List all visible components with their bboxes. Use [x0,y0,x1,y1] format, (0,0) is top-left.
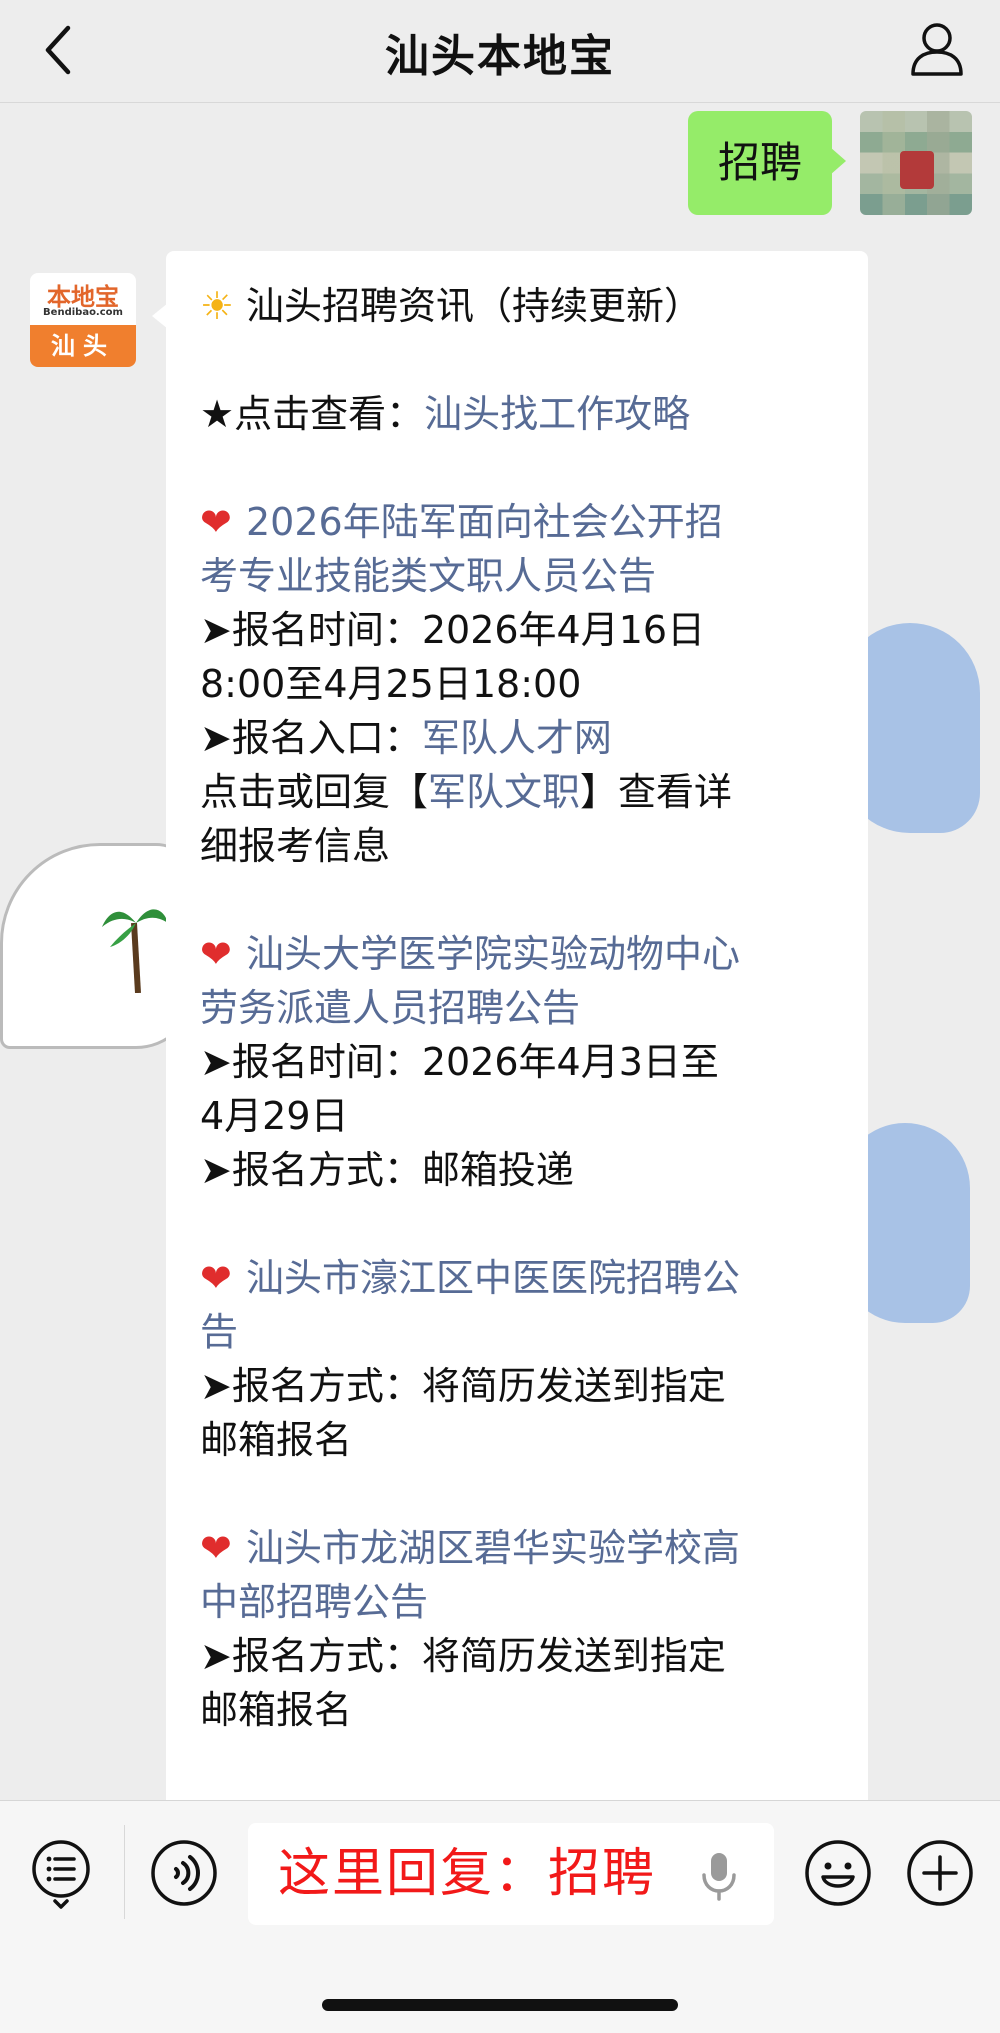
guide-link[interactable]: 汕头找工作攻略 [424,392,690,436]
outgoing-message[interactable]: 招聘 [687,111,847,215]
job-detail: ➤报名时间：2026年4月3日至 [200,1040,719,1084]
heart-icon: ❤ [200,932,232,976]
job-title-link[interactable]: 汕头市龙湖区碧华实验学校高 [246,1526,740,1570]
heart-icon: ❤ [200,1256,232,1300]
entry-link[interactable]: 军队人才网 [422,716,612,760]
job-detail: 4月29日 [200,1094,349,1138]
job-title-link[interactable]: 汕头市濠江区中医医院招聘公 [246,1256,740,1300]
guide-line: ★点击查看：汕头找工作攻略 [200,392,691,436]
home-indicator [322,1999,678,2011]
job-title-link[interactable]: 汕头大学医学院实验动物中心 [246,932,740,976]
heart-icon: ❤ [200,1791,246,1800]
page-title: 汕头本地宝 [385,31,615,82]
heart-icon: ❤ [200,500,232,544]
input-bar: 这里回复：招聘 [0,1800,1000,2033]
message-input[interactable]: 这里回复：招聘 [248,1823,774,1925]
sun-icon: ☀ [200,284,235,328]
list-item: ❤ 汕头市龙湖区碧华实验学校高 中部招聘公告 ➤报名方式：将简历发送到指定 邮箱报… [200,1521,840,1737]
job-detail: ➤报名方式：将简历发送到指定 [200,1364,726,1408]
bot-avatar[interactable]: 本地宝 Bendibao.com 汕头 [30,273,136,367]
menu-list-icon[interactable] [28,1839,94,1911]
emoji-icon[interactable] [804,1839,872,1907]
message-headline: ☀ 汕头招聘资讯（持续更新） [200,279,840,333]
voice-input-icon[interactable] [150,1839,218,1907]
job-detail: ➤报名时间：2026年4月16日 [200,608,706,652]
job-detail: ➤报名方式：邮箱投递 [200,1148,574,1192]
bot-avatar-city: 汕头 [30,325,136,367]
job-entry-line: ➤报名入口：军队人才网 [200,716,612,760]
reply-hint-cont: 细报考信息 [200,824,391,868]
job-detail: ➤报名方式：将简历发送到指定 [200,1634,726,1678]
job-detail: 邮箱报名 [200,1418,353,1462]
reply-keyword-link[interactable]: 军队文职 [428,770,580,814]
divider [124,1825,125,1919]
job-title-link[interactable]: 告 [200,1305,840,1359]
job-detail: 8:00至4月25日18:00 [200,662,582,706]
chat-area[interactable]: 招聘 本地宝 Bendibao.com 汕头 ☀ 汕头招聘资讯（持续更新） ★点击… [0,103,1000,1800]
job-title-link[interactable]: 中部招聘公告 [200,1575,840,1629]
list-item: ❤ 汕头大学医学院实验动物中心 劳务派遣人员招聘公告 ➤报名时间：2026年4月3… [200,927,840,1197]
list-item: ❤ 2026年陆军面向社会公开招 考专业技能类文职人员公告 ➤报名时间：2026年… [200,495,840,873]
plus-icon[interactable] [906,1839,974,1907]
list-item: ❤ 汕头市濠江区中医医院招聘公 告 ➤报名方式：将简历发送到指定 邮箱报名 [200,1251,840,1467]
list-item-partial: ❤ [200,1791,840,1800]
heart-icon: ❤ [200,1526,232,1570]
palm-tree-icon [102,909,168,993]
message-input-text: 这里回复：招聘 [278,1844,657,1904]
person-icon[interactable] [908,18,966,78]
job-detail: 邮箱报名 [200,1688,353,1732]
reply-hint: 点击或回复【军队文职】查看详 [200,770,733,814]
job-title-link[interactable]: 2026年陆军面向社会公开招 [246,500,723,544]
top-bar: 汕头本地宝 [0,0,1000,103]
user-avatar[interactable] [860,111,972,215]
job-title-link[interactable]: 劳务派遣人员招聘公告 [200,981,840,1035]
job-title-link[interactable]: 考专业技能类文职人员公告 [200,549,840,603]
bot-avatar-brand-sub: Bendibao.com [43,307,123,318]
incoming-message: ☀ 汕头招聘资讯（持续更新） ★点击查看：汕头找工作攻略 ❤ 2026年陆军面向社会… [200,279,840,1800]
microphone-icon[interactable] [696,1849,742,1903]
